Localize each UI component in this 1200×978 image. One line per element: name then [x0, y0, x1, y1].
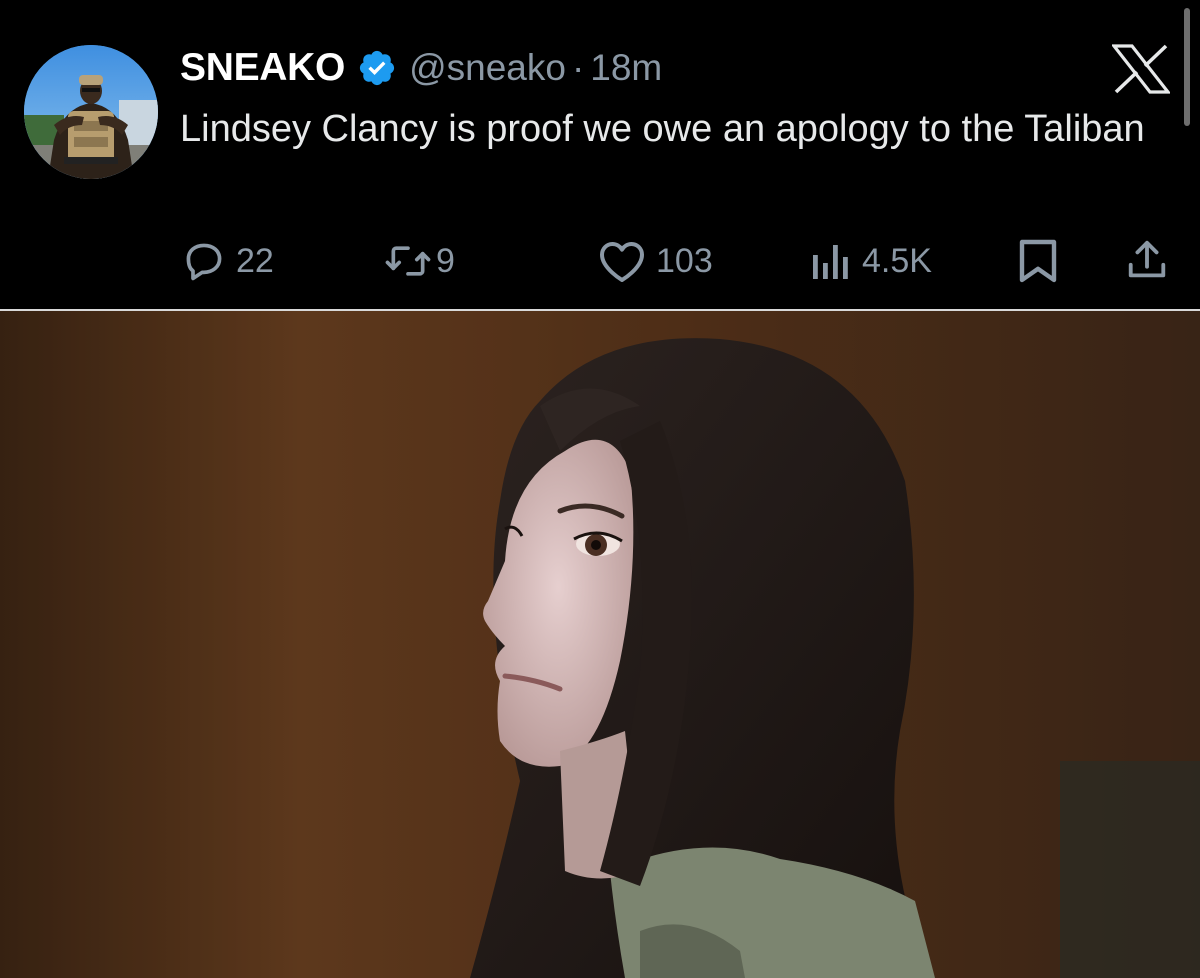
like-count: 103	[656, 241, 713, 280]
x-logo-icon	[1110, 44, 1172, 94]
share-button[interactable]	[1124, 234, 1170, 288]
bookmark-button[interactable]	[1018, 234, 1058, 288]
heart-icon	[598, 239, 646, 283]
tweet-text: Lindsey Clancy is proof we owe an apolog…	[180, 108, 1145, 150]
repost-count: 9	[436, 241, 455, 280]
tweet-action-bar: 22 9 103 4.5K	[0, 234, 1200, 288]
bookmark-icon	[1018, 239, 1058, 283]
verified-badge-icon	[357, 48, 397, 88]
bar-chart-icon	[810, 239, 852, 283]
author-handle[interactable]: @sneako	[409, 47, 566, 89]
share-upload-icon	[1124, 238, 1170, 284]
tweet-card[interactable]: SNEAKO @sneako · 18m Lindsey Clancy is p…	[0, 0, 1200, 310]
display-name[interactable]: SNEAKO	[180, 46, 345, 90]
attached-photo[interactable]	[0, 311, 1200, 978]
scrollbar-thumb[interactable]	[1184, 8, 1190, 126]
separator-dot: ·	[571, 47, 585, 88]
avatar[interactable]	[24, 45, 158, 179]
repost-button[interactable]: 9	[384, 234, 455, 288]
repost-arrows-icon	[384, 239, 432, 283]
views-button[interactable]: 4.5K	[810, 234, 932, 288]
like-button[interactable]: 103	[598, 234, 713, 288]
reply-button[interactable]: 22	[182, 234, 274, 288]
author-row: SNEAKO @sneako · 18m	[180, 40, 662, 96]
reply-count: 22	[236, 241, 274, 280]
timestamp[interactable]: 18m	[590, 47, 662, 89]
speech-bubble-icon	[182, 239, 226, 283]
view-count: 4.5K	[862, 241, 932, 280]
screenshot-page: SNEAKO @sneako · 18m Lindsey Clancy is p…	[0, 0, 1200, 978]
